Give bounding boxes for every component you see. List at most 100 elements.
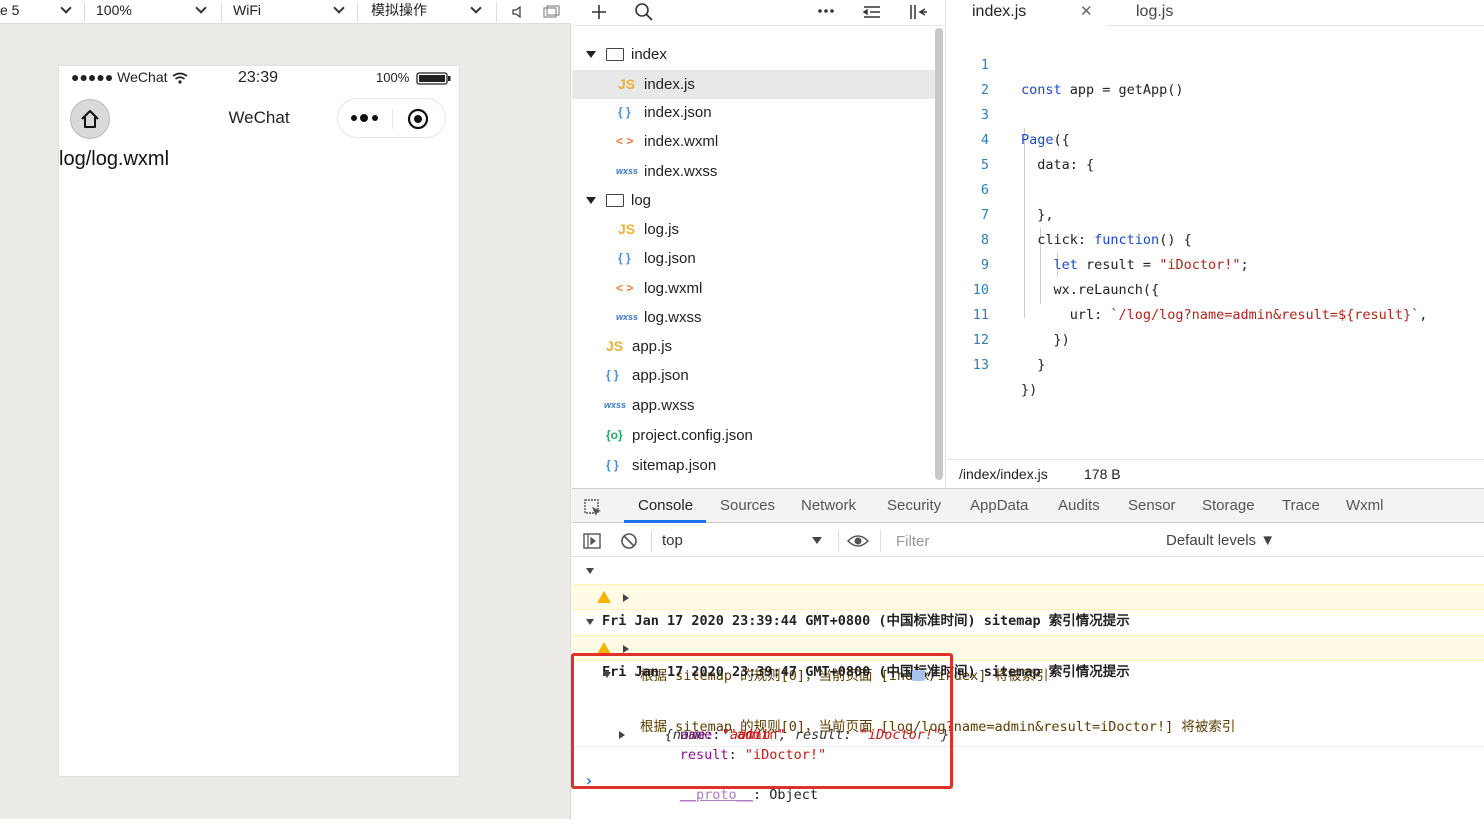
code-line[interactable]: 6 }, xyxy=(947,153,1054,223)
console-group-header[interactable]: Fri Jan 17 2020 23:39:44 GMT+0800 (中国标准时… xyxy=(572,559,1484,629)
inspect-element-icon[interactable] xyxy=(583,498,603,518)
simulator-pane: e 5 100% WiFi 模拟操作 ●●●●● WeChat 23:39 10… xyxy=(0,0,571,819)
clear-console-icon[interactable] xyxy=(619,531,639,551)
code-line[interactable]: 8 let result = "iDoctor!"; xyxy=(947,203,1249,273)
toolbar-divider xyxy=(84,2,85,22)
tree-file-index-wxss[interactable]: wxss index.wxss xyxy=(572,157,936,186)
file-size: 178 B xyxy=(1084,466,1121,482)
window-icon[interactable] xyxy=(542,4,560,20)
code-line[interactable]: 7 click: function() { xyxy=(947,178,1192,248)
tree-file-app-js[interactable]: JS app.js xyxy=(572,332,936,361)
code-line[interactable]: 11 }) xyxy=(947,278,1070,348)
volume-icon[interactable] xyxy=(511,4,527,20)
zoom-select[interactable]: 100% xyxy=(96,0,216,24)
log-levels-select[interactable]: Default levels ▼ xyxy=(1166,532,1275,549)
toolbar-divider xyxy=(357,2,358,22)
tree-file-log-wxml[interactable]: < > log.wxml xyxy=(572,274,936,303)
code-line[interactable]: 5 xyxy=(947,128,989,173)
tree-file-log-js[interactable]: JS log.js xyxy=(572,215,936,244)
capsule-divider xyxy=(392,109,393,129)
code-line[interactable]: 4 data: { xyxy=(947,103,1094,173)
tree-file-project-config[interactable]: {o} project.config.json xyxy=(572,421,936,450)
tree-file-index-js[interactable]: JS index.js xyxy=(572,70,936,99)
code-text: click: function() { xyxy=(1021,232,1192,248)
more-options-icon[interactable] xyxy=(817,8,835,14)
code-text: data: { xyxy=(1021,157,1095,173)
tab-storage[interactable]: Storage xyxy=(1202,489,1255,523)
code-text: Page({ xyxy=(1021,132,1070,148)
console-toolbar: top Filter Default levels ▼ xyxy=(572,524,1484,557)
network-select[interactable]: WiFi xyxy=(233,0,351,24)
tab-security[interactable]: Security xyxy=(887,489,941,523)
folder-icon xyxy=(606,48,624,61)
wxss-file-icon: wxss xyxy=(604,400,627,410)
js-file-icon: JS xyxy=(618,76,636,92)
sidebar-toggle-icon[interactable] xyxy=(582,531,602,551)
tab-audits[interactable]: Audits xyxy=(1058,489,1100,523)
tree-file-index-wxml[interactable]: < > index.wxml xyxy=(572,127,936,156)
tree-item-label: log.js xyxy=(644,221,680,238)
code-line[interactable]: 2 xyxy=(947,53,989,98)
tab-log-js[interactable]: log.js xyxy=(1107,0,1227,26)
console-warning[interactable]: 根据 sitemap 的规则[0]，当前页面 [index/index] 将被索… xyxy=(572,584,1484,684)
tab-appdata[interactable]: AppData xyxy=(970,489,1028,523)
console-group-header[interactable]: Fri Jan 17 2020 23:39:47 GMT+0800 (中国标准时… xyxy=(572,610,1484,680)
device-select[interactable]: e 5 xyxy=(0,0,80,24)
tab-network[interactable]: Network xyxy=(801,489,856,523)
code-line[interactable]: 13 }) xyxy=(947,328,1038,398)
carrier-label: ●●●●● WeChat xyxy=(71,69,168,85)
config-file-icon: {o} xyxy=(606,428,623,442)
capsule-menu xyxy=(337,98,446,138)
tree-folder-log[interactable]: log xyxy=(572,186,936,215)
expand-triangle-icon xyxy=(586,568,594,574)
code-text: url: `/log/log?name=admin&result=${resul… xyxy=(1021,307,1428,323)
active-tab-indicator xyxy=(624,520,706,523)
tree-item-label: log.wxml xyxy=(644,280,703,297)
tree-file-log-json[interactable]: { } log.json xyxy=(572,244,936,273)
tree-file-sitemap-json[interactable]: { } sitemap.json xyxy=(572,451,936,480)
more-dots-icon[interactable] xyxy=(350,112,382,124)
tab-sources[interactable]: Sources xyxy=(720,489,775,523)
page-content-text: log/log.wxml xyxy=(59,148,170,170)
tab-console[interactable]: Console xyxy=(638,489,693,523)
tab-index-js[interactable]: index.js ✕ xyxy=(947,0,1107,26)
editor-status-bar: /index/index.js 178 B xyxy=(947,459,1484,488)
tree-file-app-wxss[interactable]: wxss app.wxss xyxy=(572,391,936,420)
split-pane-icon[interactable] xyxy=(908,2,928,22)
tab-wxml[interactable]: Wxml xyxy=(1346,489,1384,523)
tab-trace[interactable]: Trace xyxy=(1282,489,1320,523)
code-line[interactable]: 9 wx.reLaunch({ xyxy=(947,228,1159,298)
code-line[interactable]: 12 } xyxy=(947,303,1046,373)
tab-sensor[interactable]: Sensor xyxy=(1128,489,1176,523)
nav-bar: WeChat xyxy=(59,90,459,146)
phone-screen: ●●●●● WeChat 23:39 100% WeChat log/log.w… xyxy=(59,66,459,776)
code-line[interactable]: 1 const app = getApp() xyxy=(947,28,1184,98)
operation-select[interactable]: 模拟操作 xyxy=(371,0,489,24)
add-icon[interactable] xyxy=(590,3,608,21)
proto-key: __proto__ xyxy=(679,787,753,803)
code-line[interactable]: 10 url: `/log/log?name=admin&result=${re… xyxy=(947,253,1428,323)
search-icon[interactable] xyxy=(634,2,654,22)
eye-icon[interactable] xyxy=(846,533,870,549)
expand-triangle-icon xyxy=(623,594,629,602)
tree-file-app-json[interactable]: { } app.json xyxy=(572,361,936,390)
tree-item-label: index xyxy=(631,46,667,63)
toolbar-divider xyxy=(651,530,652,552)
expand-triangle-icon xyxy=(623,645,629,653)
tree-folder-index[interactable]: index xyxy=(572,40,936,69)
code-line[interactable]: 3 Page({ xyxy=(947,78,1070,148)
close-icon[interactable]: ✕ xyxy=(1080,0,1093,24)
context-select[interactable]: top xyxy=(660,530,825,552)
filter-input[interactable]: Filter xyxy=(889,529,1155,553)
file-tree-scrollbar[interactable] xyxy=(935,28,943,480)
filter-placeholder: Filter xyxy=(896,533,930,550)
wxss-file-icon: wxss xyxy=(616,166,639,176)
home-button[interactable] xyxy=(70,99,110,139)
tree-file-log-wxss[interactable]: wxss log.wxss xyxy=(572,303,936,332)
tree-item-label: log.wxss xyxy=(644,309,702,326)
operation-select-label: 模拟操作 xyxy=(371,2,427,18)
close-capsule-icon[interactable] xyxy=(407,108,429,130)
tree-file-index-json[interactable]: { } index.json xyxy=(572,98,936,127)
collapse-all-icon[interactable] xyxy=(862,3,882,21)
tree-item-label: app.js xyxy=(632,338,673,355)
